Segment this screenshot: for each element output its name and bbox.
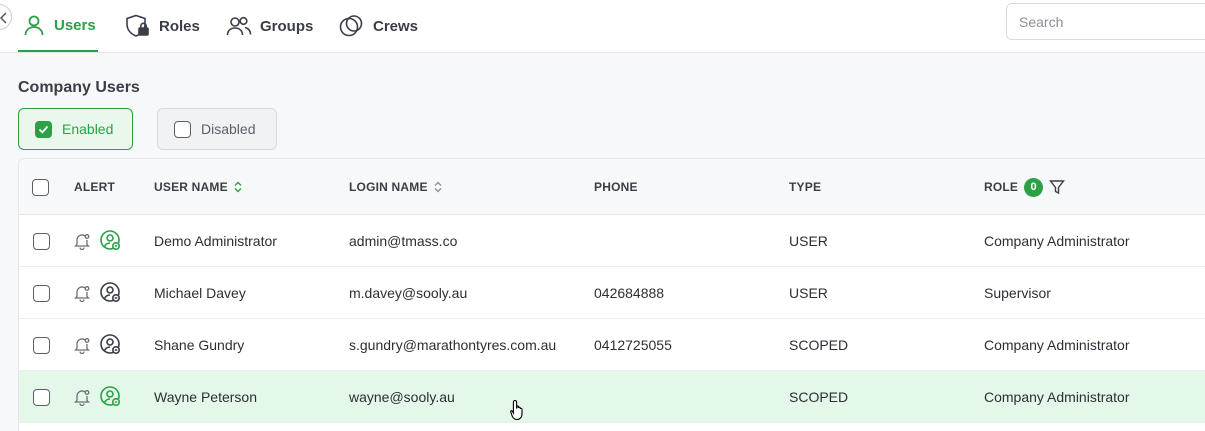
top-nav: Users Roles Groups Crews <box>0 0 1205 53</box>
page-title: Company Users <box>18 79 140 96</box>
tab-groups-label: Groups <box>260 17 314 35</box>
table-row[interactable]: Michael Davey m.davey@sooly.au 042684888… <box>19 267 1205 319</box>
column-user-name[interactable]: USER NAME <box>154 159 242 215</box>
cell-phone: 042684888 <box>594 285 665 301</box>
role-filter-count-badge: 0 <box>1024 177 1044 197</box>
cell-login-name: s.gundry@marathontyres.com.au <box>349 337 557 353</box>
row-checkbox[interactable] <box>33 336 50 354</box>
tab-groups[interactable]: Groups <box>226 0 313 52</box>
column-role: ROLE 0 <box>984 159 1066 215</box>
sort-icon <box>434 181 442 193</box>
user-status-icon[interactable] <box>100 230 122 252</box>
column-login-name-label: LOGIN NAME <box>349 180 428 194</box>
cell-type: SCOPED <box>789 389 849 405</box>
table-row[interactable]: Wayne Peterson wayne@sooly.au SCOPED Com… <box>19 371 1205 423</box>
column-login-name[interactable]: LOGIN NAME <box>349 159 442 215</box>
cell-role: Company Administrator <box>984 389 1130 405</box>
column-role-label: ROLE <box>984 180 1019 194</box>
enabled-checkbox[interactable] <box>35 120 52 138</box>
table-row[interactable]: Demo Administrator admin@tmass.co USER C… <box>19 215 1205 267</box>
circles-icon <box>339 15 363 37</box>
cell-user-name: Shane Gundry <box>154 337 245 353</box>
search-input[interactable] <box>1006 3 1205 40</box>
users-table: ALERT USER NAME LOGIN NAME PHONE TYPE RO… <box>18 158 1205 431</box>
cell-login-name: admin@tmass.co <box>349 233 458 249</box>
cell-user-name: Demo Administrator <box>154 233 277 249</box>
cell-phone: 0412725055 <box>594 337 672 353</box>
table-row[interactable]: Shane Gundry s.gundry@marathontyres.com.… <box>19 319 1205 371</box>
bell-icon[interactable] <box>74 284 90 302</box>
shield-lock-icon <box>126 14 149 37</box>
column-alert: ALERT <box>74 180 115 194</box>
users-icon <box>226 16 252 36</box>
select-all-checkbox[interactable] <box>32 178 49 196</box>
user-icon <box>24 15 44 36</box>
cell-type: SCOPED <box>789 337 849 353</box>
disabled-label: Disabled <box>201 121 256 137</box>
user-status-icon[interactable] <box>100 334 122 356</box>
row-checkbox[interactable] <box>33 284 50 302</box>
bell-icon[interactable] <box>74 388 90 406</box>
filter-icon[interactable] <box>1049 179 1066 195</box>
enabled-filter-button[interactable]: Enabled <box>18 108 133 150</box>
collapse-button[interactable] <box>0 4 12 30</box>
bell-icon[interactable] <box>74 232 90 250</box>
tab-users-label: Users <box>54 16 96 34</box>
tab-crews[interactable]: Crews <box>339 0 418 52</box>
bell-icon[interactable] <box>74 336 90 354</box>
enabled-label: Enabled <box>62 121 114 137</box>
tab-users[interactable]: Users <box>18 0 98 52</box>
user-status-icon[interactable] <box>100 386 122 408</box>
column-user-name-label: USER NAME <box>154 180 228 194</box>
cell-login-name: wayne@sooly.au <box>349 389 455 405</box>
cell-role: Supervisor <box>984 285 1051 301</box>
row-checkbox[interactable] <box>33 388 50 406</box>
column-type: TYPE <box>789 180 822 194</box>
disabled-checkbox[interactable] <box>174 120 191 138</box>
hand-cursor-icon <box>510 399 523 421</box>
tab-crews-label: Crews <box>373 17 419 35</box>
cell-role: Company Administrator <box>984 337 1130 353</box>
cell-type: USER <box>789 233 828 249</box>
cell-user-name: Wayne Peterson <box>154 389 257 405</box>
cell-login-name: m.davey@sooly.au <box>349 285 468 301</box>
table-header: ALERT USER NAME LOGIN NAME PHONE TYPE RO… <box>19 159 1205 215</box>
cell-role: Company Administrator <box>984 233 1130 249</box>
row-checkbox[interactable] <box>33 232 50 250</box>
tab-roles[interactable]: Roles <box>125 0 200 52</box>
cell-user-name: Michael Davey <box>154 285 246 301</box>
check-icon <box>38 125 49 134</box>
disabled-filter-button[interactable]: Disabled <box>157 108 277 150</box>
sort-icon <box>234 181 242 193</box>
tab-roles-label: Roles <box>159 17 200 35</box>
cell-type: USER <box>789 285 828 301</box>
column-phone: PHONE <box>594 180 638 194</box>
chevron-left-icon <box>0 12 7 24</box>
user-status-icon[interactable] <box>100 282 122 304</box>
